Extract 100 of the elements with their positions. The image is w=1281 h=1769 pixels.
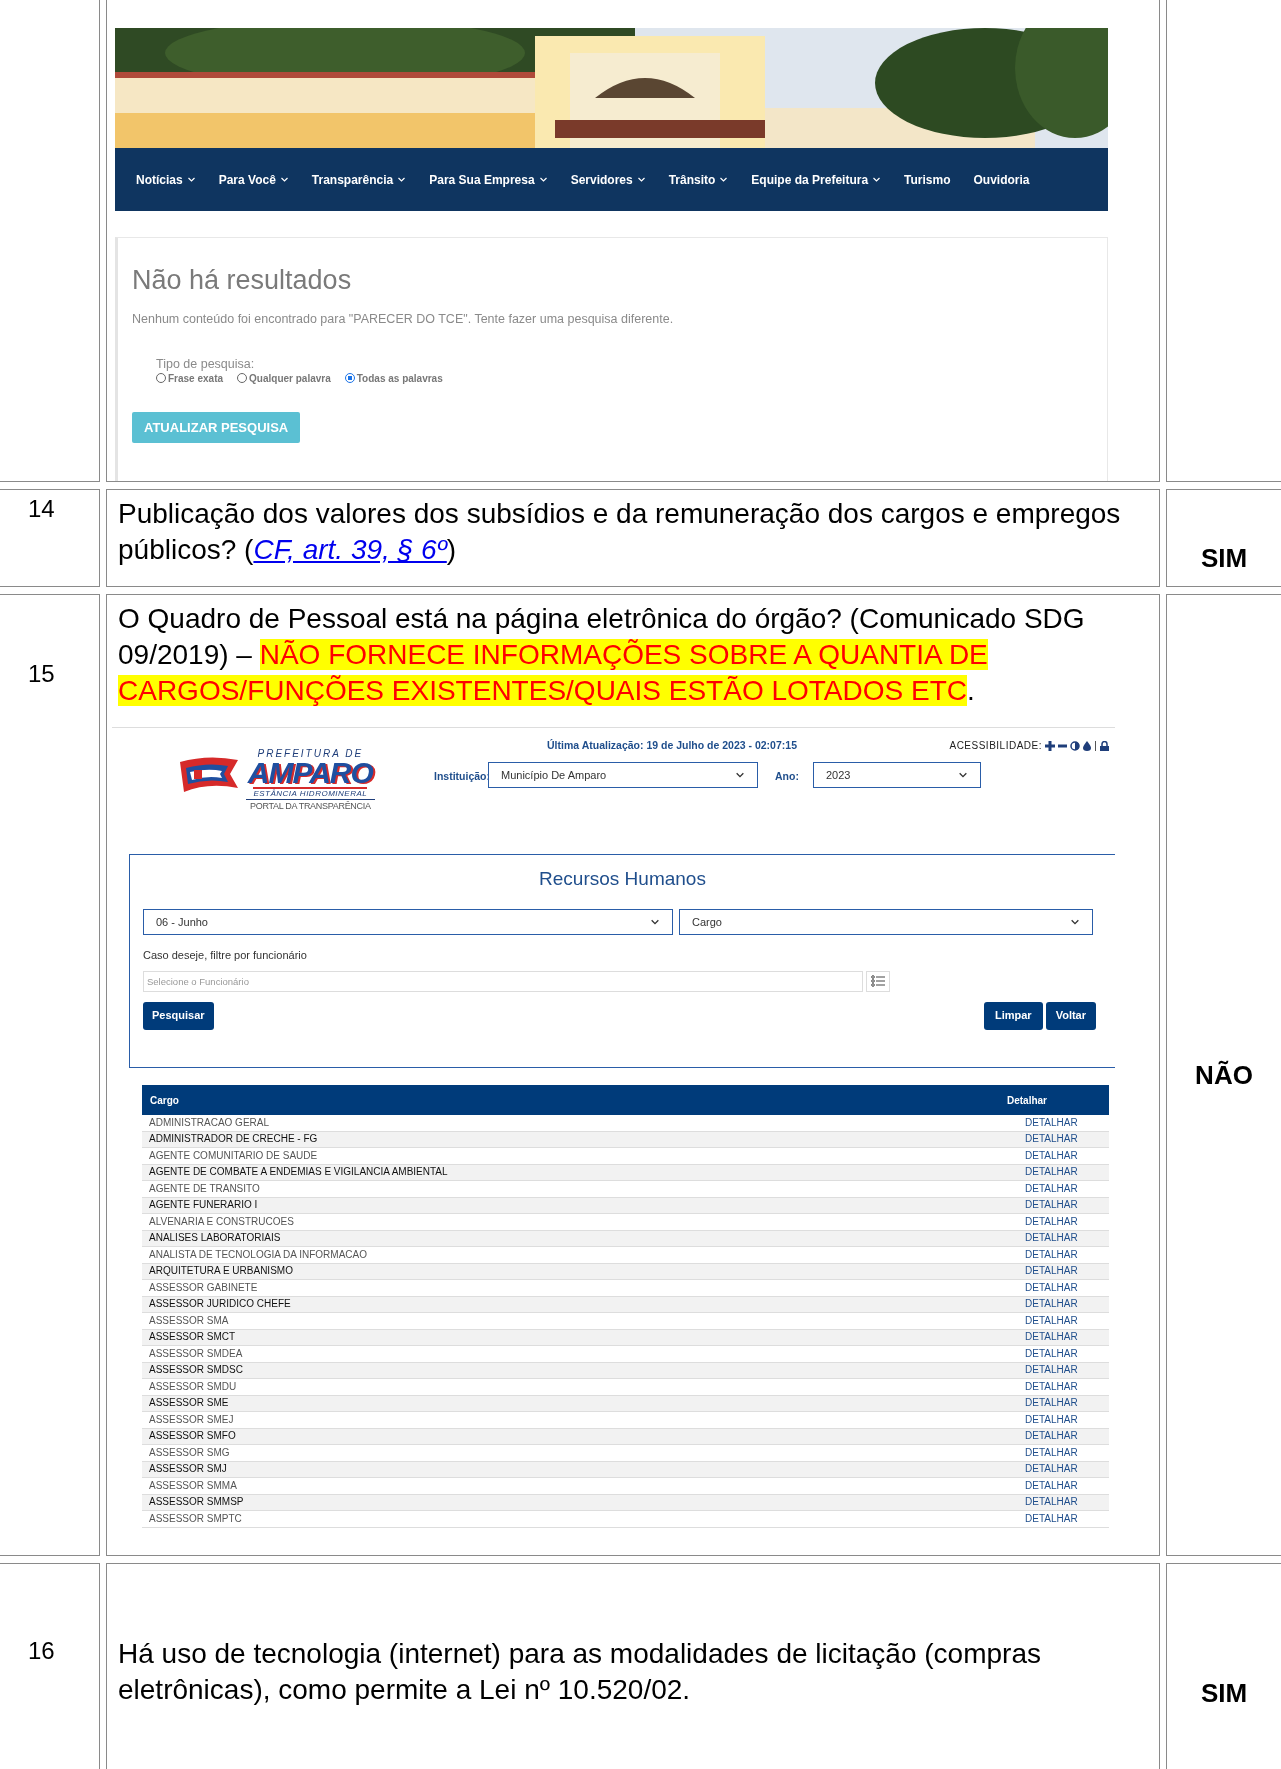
radio-button[interactable] bbox=[156, 373, 166, 384]
table-cell-text: AGENTE COMUNITARIO DE SAUDE bbox=[148, 1149, 319, 1162]
detail-link[interactable]: DETALHAR bbox=[1007, 1512, 1109, 1525]
nav-item[interactable]: Ouvidoria bbox=[973, 170, 1030, 189]
year-select[interactable]: 2023 bbox=[813, 762, 981, 788]
accessibility-label: ACESSIBILIDADE: bbox=[949, 739, 1042, 753]
table-cell-text: ASSESSOR SMEJ bbox=[148, 1413, 235, 1426]
chevron-icon bbox=[872, 175, 882, 184]
table-cell-text: ASSESSOR SMMA bbox=[148, 1479, 238, 1492]
detail-link[interactable]: DETALHAR bbox=[1007, 1331, 1109, 1344]
detail-link[interactable]: DETALHAR bbox=[1007, 1364, 1109, 1377]
clear-button[interactable]: Limpar bbox=[983, 1001, 1043, 1030]
radio-button[interactable] bbox=[237, 373, 248, 384]
employee-field[interactable]: Selecione o Funcionário bbox=[143, 970, 863, 992]
detail-link[interactable]: DETALHAR bbox=[1007, 1380, 1109, 1393]
nav-item[interactable]: Para Sua Empresa bbox=[429, 170, 548, 189]
year-label: Ano: bbox=[775, 769, 799, 784]
nav-item[interactable]: Servidores bbox=[570, 170, 646, 189]
filter-label: Caso deseje, filtre por funcionário bbox=[143, 948, 308, 963]
last-update-text: Última Atualização: 19 de Julho de 2023 - 02:07:15 bbox=[546, 738, 798, 753]
chevron-icon bbox=[186, 175, 196, 184]
table-cell-text: ASSESSOR SMPTC bbox=[148, 1512, 243, 1525]
detail-link[interactable]: DETALHAR bbox=[1007, 1496, 1109, 1509]
question-text: Publicação dos valores dos subsídios e da remuneração dos cargos e empregos públicos? (CF, art. 39, § 6º) bbox=[118, 497, 1122, 567]
radio-button[interactable] bbox=[344, 373, 355, 384]
table-cell-text: AGENTE FUNERARIO I bbox=[148, 1199, 259, 1212]
nav-item[interactable]: Trânsito bbox=[668, 170, 729, 189]
table-cell-text: ANALISTA DE TECNOLOGIA DA INFORMACAO bbox=[148, 1248, 368, 1261]
search-button[interactable]: Pesquisar bbox=[143, 1001, 214, 1030]
table-cell-text: AGENTE DE TRANSITO bbox=[148, 1182, 261, 1195]
institution-select[interactable]: Município De Amparo bbox=[488, 762, 758, 788]
chevron-icon bbox=[735, 770, 745, 780]
table-cell-text: ASSESSOR GABINETE bbox=[148, 1281, 259, 1294]
detail-link[interactable]: DETALHAR bbox=[1007, 1232, 1109, 1245]
detail-link[interactable]: DETALHAR bbox=[1007, 1281, 1109, 1294]
table-cell-text: ANALISES LABORATORIAIS bbox=[148, 1232, 282, 1245]
institution-label: Instituição: bbox=[434, 769, 490, 784]
table-cell-text: ASSESSOR SMDEA bbox=[148, 1347, 244, 1360]
detail-link[interactable]: DETALHAR bbox=[1007, 1199, 1109, 1212]
lock-icon bbox=[1100, 740, 1109, 751]
radio-label: Frase exata bbox=[168, 371, 224, 386]
contrast-icon bbox=[1070, 740, 1080, 751]
reference-link[interactable]: CF, art. 39, § 6º bbox=[253, 534, 447, 565]
detail-link[interactable]: DETALHAR bbox=[1007, 1182, 1109, 1195]
group-select[interactable]: Cargo bbox=[679, 909, 1093, 935]
row-number: 14 bbox=[28, 494, 56, 524]
detail-link[interactable]: DETALHAR bbox=[1007, 1446, 1109, 1459]
table-cell-text: ASSESSOR SMJ bbox=[148, 1463, 228, 1476]
table-cell-text: ASSESSOR JURIDICO CHEFE bbox=[148, 1298, 292, 1311]
chevron-icon bbox=[397, 175, 407, 184]
column-header: Cargo bbox=[149, 1093, 180, 1108]
results-message: Nenhum conteúdo foi encontrado para "PARECER DO TCE". Tente fazer uma pesquisa diferente. bbox=[132, 311, 675, 328]
list-button[interactable] bbox=[866, 970, 890, 992]
logo-name: AMPARO bbox=[247, 759, 373, 787]
chevron-icon bbox=[650, 917, 660, 927]
plus-icon bbox=[1045, 740, 1055, 751]
chevron-icon bbox=[1070, 917, 1080, 927]
table-cell-text: ASSESSOR SMMSP bbox=[148, 1496, 245, 1509]
table-cell-text: ARQUITETURA E URBANISMO bbox=[148, 1265, 294, 1278]
table-cell-text: ALVENARIA E CONSTRUCOES bbox=[148, 1215, 295, 1228]
table-cell-text: ASSESSOR SMDU bbox=[148, 1380, 238, 1393]
table-cell-text: ASSESSOR SME bbox=[148, 1397, 230, 1410]
detail-link[interactable]: DETALHAR bbox=[1007, 1166, 1109, 1179]
drop-icon bbox=[1083, 740, 1091, 751]
detail-link[interactable]: DETALHAR bbox=[1007, 1265, 1109, 1278]
nav-item[interactable]: Notícias bbox=[136, 170, 196, 189]
logo-caption: PREFEITURA DE bbox=[257, 748, 364, 759]
table-cell-text: AGENTE DE COMBATE A ENDEMIAS E VIGILANCIA AMBIENTAL bbox=[148, 1166, 449, 1179]
chevron-icon bbox=[636, 175, 646, 184]
search-type-label: Tipo de pesquisa: bbox=[156, 356, 256, 371]
detail-link[interactable]: DETALHAR bbox=[1007, 1149, 1109, 1162]
logo-subtitle: ESTÂNCIA HIDROMINERAL bbox=[253, 787, 368, 799]
answer: NÃO bbox=[1195, 1058, 1253, 1092]
detail-link[interactable]: DETALHAR bbox=[1007, 1347, 1109, 1360]
detail-link[interactable]: DETALHAR bbox=[1007, 1133, 1109, 1146]
detail-link[interactable]: DETALHAR bbox=[1007, 1397, 1109, 1410]
nav-item[interactable]: Equipe da Prefeitura bbox=[751, 170, 882, 189]
table-cell-text: ASSESSOR SMG bbox=[148, 1446, 231, 1459]
row-number: 15 bbox=[28, 659, 56, 689]
nav-item[interactable]: Turismo bbox=[904, 170, 951, 189]
detail-link[interactable]: DETALHAR bbox=[1007, 1116, 1109, 1129]
detail-link[interactable]: DETALHAR bbox=[1007, 1215, 1109, 1228]
detail-link[interactable]: DETALHAR bbox=[1007, 1479, 1109, 1492]
detail-link[interactable]: DETALHAR bbox=[1007, 1413, 1109, 1426]
table-cell-text: ADMINISTRACAO GERAL bbox=[148, 1116, 271, 1129]
list-icon bbox=[871, 975, 885, 987]
detail-link[interactable]: DETALHAR bbox=[1007, 1430, 1109, 1443]
detail-link[interactable]: DETALHAR bbox=[1007, 1463, 1109, 1476]
back-button[interactable]: Voltar bbox=[1045, 1001, 1096, 1030]
table-cell-text: ASSESSOR SMDSC bbox=[148, 1364, 244, 1377]
nav-item[interactable]: Para Você bbox=[218, 170, 289, 189]
row-number: 16 bbox=[28, 1636, 56, 1666]
answer: SIM bbox=[1200, 1677, 1248, 1710]
detail-link[interactable]: DETALHAR bbox=[1007, 1314, 1109, 1327]
nav-item[interactable]: Transparência bbox=[311, 170, 407, 189]
detail-link[interactable]: DETALHAR bbox=[1007, 1248, 1109, 1261]
month-select[interactable]: 06 - Junho bbox=[143, 909, 673, 935]
table-cell-text: ASSESSOR SMFO bbox=[148, 1430, 237, 1443]
results-heading: Não há resultados bbox=[132, 264, 353, 296]
detail-link[interactable]: DETALHAR bbox=[1007, 1298, 1109, 1311]
